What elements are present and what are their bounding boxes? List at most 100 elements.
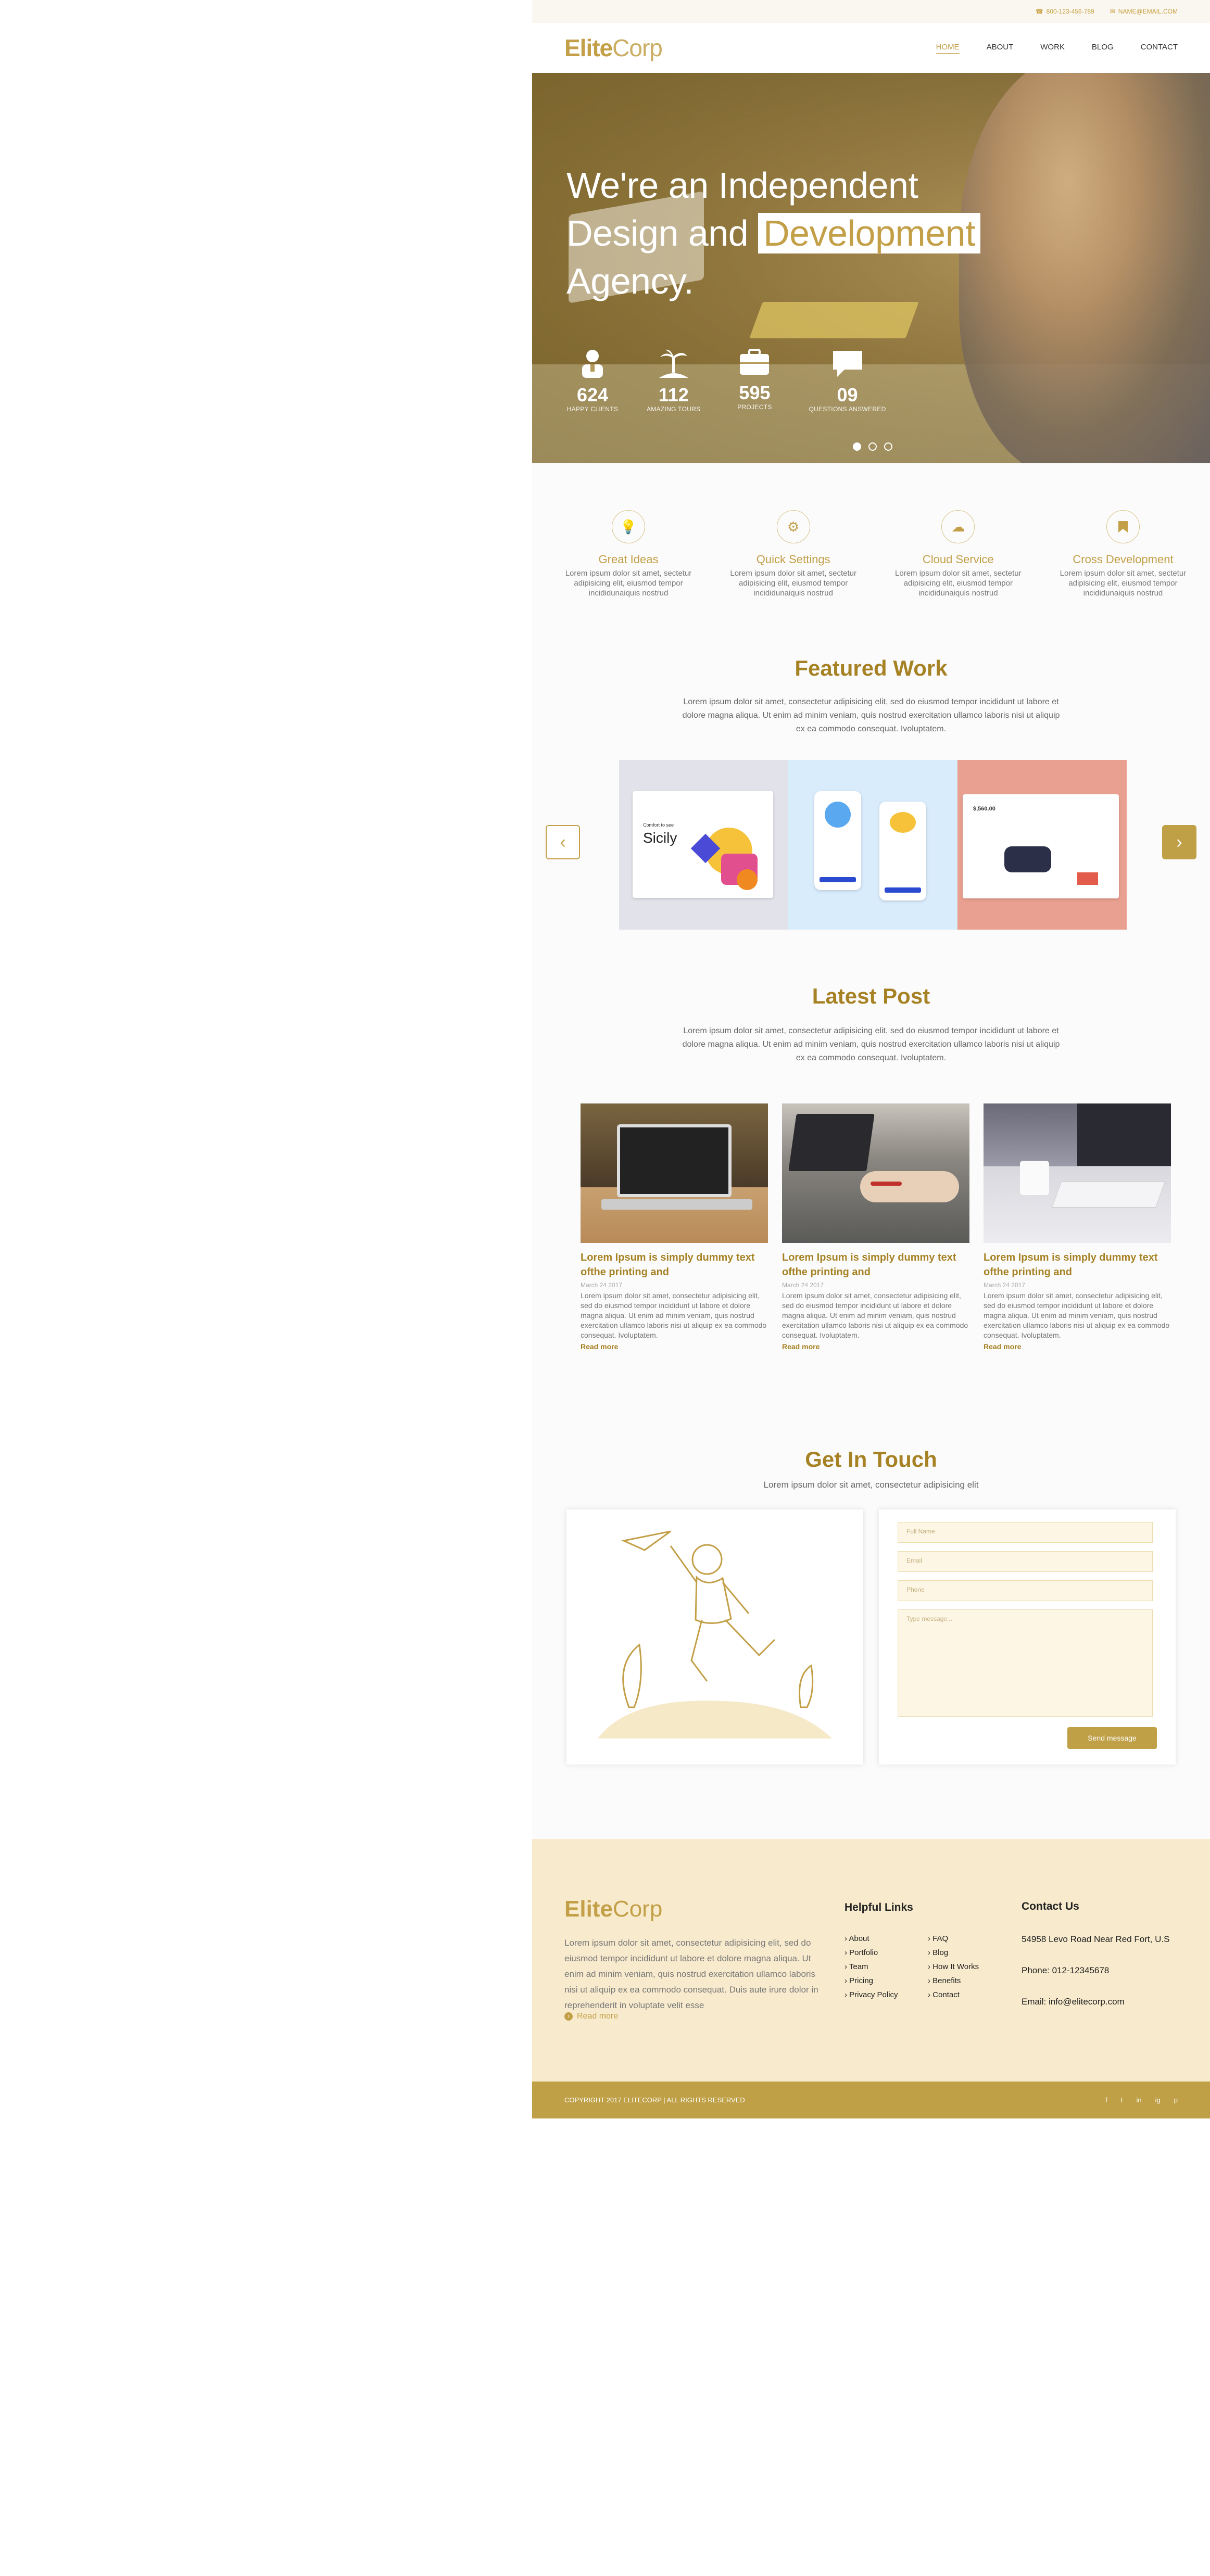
slider-dot[interactable]	[853, 442, 861, 451]
feature-text: Lorem ipsum dolor sit amet, sectetur adi…	[730, 569, 856, 598]
post-image-monitor	[1077, 1103, 1171, 1166]
footer-about: Lorem ipsum dolor sit amet, consectetur …	[564, 1938, 818, 2010]
phone-info[interactable]: ☎ 800-123-456-789	[1036, 8, 1094, 15]
footer-phone[interactable]: Phone: 012-12345678	[1022, 1965, 1109, 1976]
facebook-icon[interactable]: f	[1105, 2096, 1107, 2104]
post-image-laptop	[617, 1124, 732, 1197]
stat-number: 624	[576, 384, 609, 405]
work-item[interactable]	[788, 760, 957, 930]
stat-number: 09	[837, 384, 858, 405]
footer-link[interactable]: › Team	[845, 1962, 928, 1971]
footer: EliteCorp Lorem ipsum dolor sit amet, co…	[532, 1839, 1210, 2084]
footer-logo-light: Corp	[612, 1896, 663, 1922]
instagram-icon[interactable]: ig	[1155, 2096, 1161, 2104]
message-textarea[interactable]: Type message...	[898, 1609, 1153, 1717]
footer-email[interactable]: Email: info@elitecorp.com	[1022, 1997, 1125, 2007]
email-info[interactable]: ✉ NAME@EMAIL.COM	[1110, 8, 1178, 15]
post-title[interactable]: Lorem Ipsum is simply dummy text ofthe p…	[782, 1250, 969, 1279]
hero-banner: We're an Independent Design and Developm…	[532, 73, 1210, 463]
send-message-button[interactable]: Send message	[1067, 1727, 1157, 1749]
footer-link[interactable]: › How It Works	[928, 1962, 1001, 1971]
nav-contact[interactable]: CONTACT	[1141, 43, 1178, 54]
hero-highlight: Development	[758, 213, 981, 253]
feature-cross-development: Cross Development Lorem ipsum dolor sit …	[1048, 510, 1199, 598]
prev-arrow-button[interactable]: ‹	[546, 825, 580, 859]
nav-blog[interactable]: BLOG	[1092, 43, 1114, 54]
stat-number: 112	[658, 384, 689, 405]
post-title[interactable]: Lorem Ipsum is simply dummy text ofthe p…	[581, 1250, 768, 1279]
footer-link[interactable]: › Privacy Policy	[845, 1990, 928, 1999]
footer-link-label: Blog	[932, 1948, 949, 1957]
top-bar: ☎ 800-123-456-789 ✉ NAME@EMAIL.COM	[532, 0, 1210, 23]
nav-work[interactable]: WORK	[1040, 43, 1065, 54]
post-body: Lorem ipsum dolor sit amet, consectetur …	[782, 1291, 968, 1339]
footer-link[interactable]: › FAQ	[928, 1934, 1001, 1943]
read-more-link[interactable]: Read more	[984, 1342, 1171, 1351]
full-name-input[interactable]: Full Name	[898, 1522, 1153, 1543]
lightbulb-icon: 💡	[612, 510, 645, 543]
footer-link-label: Contact	[932, 1990, 960, 1999]
work-mockup-card: $,560.00	[963, 794, 1119, 898]
footer-link[interactable]: › Contact	[928, 1990, 1001, 1999]
page: ☎ 800-123-456-789 ✉ NAME@EMAIL.COM Elite…	[532, 0, 1210, 2118]
work-item[interactable]: $,560.00	[957, 760, 1127, 930]
contact-form: Full Name Email Phone Type message... Se…	[879, 1509, 1176, 1765]
post-date: March 24 2017	[581, 1281, 623, 1289]
post-image[interactable]	[782, 1103, 969, 1243]
contact-title: Get In Touch	[805, 1447, 937, 1471]
pinterest-icon[interactable]: p	[1174, 2096, 1178, 2104]
feature-cloud-service: ☁ Cloud Service Lorem ipsum dolor sit am…	[883, 510, 1033, 598]
stat-number: 595	[739, 382, 771, 403]
linkedin-icon[interactable]: in	[1137, 2096, 1142, 2104]
logo[interactable]: EliteCorp	[564, 34, 663, 62]
post-image-laptop	[788, 1114, 875, 1171]
footer-logo[interactable]: EliteCorp	[564, 1896, 662, 1922]
work-illustration	[820, 877, 856, 882]
twitter-icon[interactable]: t	[1121, 2096, 1123, 2104]
footer-link-label: Pricing	[849, 1976, 874, 1985]
post-title[interactable]: Lorem Ipsum is simply dummy text ofthe p…	[984, 1250, 1171, 1279]
slider-dots	[853, 442, 892, 451]
slider-dot[interactable]	[868, 442, 877, 451]
nav-home[interactable]: HOME	[936, 43, 960, 54]
post-card: Lorem Ipsum is simply dummy text ofthe p…	[581, 1103, 768, 1351]
email-input[interactable]: Email	[898, 1551, 1153, 1572]
feature-great-ideas: 💡 Great Ideas Lorem ipsum dolor sit amet…	[553, 510, 704, 598]
hero-line2a: Design and	[566, 213, 749, 253]
contact-illustration	[566, 1509, 863, 1765]
post-image[interactable]	[581, 1103, 768, 1243]
gears-icon: ⚙	[776, 510, 810, 543]
phone-input[interactable]: Phone	[898, 1580, 1153, 1601]
nav-about[interactable]: ABOUT	[987, 43, 1014, 54]
hero-bg-book	[749, 302, 919, 338]
email-text: NAME@EMAIL.COM	[1118, 8, 1178, 15]
post-image-keyboard	[1051, 1182, 1166, 1208]
footer-link-label: Portfolio	[849, 1948, 878, 1957]
work-item[interactable]: Comfort to see Sicily	[619, 760, 788, 930]
latest-post-title: Latest Post	[812, 984, 930, 1008]
footer-link[interactable]: › About	[845, 1934, 928, 1943]
stat-projects: 595 PROJECTS	[728, 349, 780, 413]
footer-link[interactable]: › Blog	[928, 1948, 1001, 1957]
footer-link[interactable]: › Pricing	[845, 1976, 928, 1985]
work-mockup-phone	[879, 802, 926, 900]
chevron-right-icon: ›	[1176, 832, 1182, 852]
footer-link-label: How It Works	[932, 1962, 979, 1971]
next-arrow-button[interactable]: ›	[1162, 825, 1196, 859]
read-more-link[interactable]: Read more	[581, 1342, 768, 1351]
feature-title: Great Ideas	[598, 553, 659, 566]
footer-link-label: FAQ	[932, 1934, 949, 1943]
hero-heading: We're an Independent Design and Developm…	[566, 161, 981, 305]
post-image[interactable]	[984, 1103, 1171, 1243]
post-image-laptop	[601, 1199, 752, 1210]
footer-link[interactable]: › Benefits	[928, 1976, 1001, 1985]
logo-bold: Elite	[564, 34, 613, 61]
footer-read-more[interactable]: › Read more	[564, 2012, 618, 2021]
helpful-links-title: Helpful Links	[845, 1901, 913, 1913]
paper-plane-boy-illustration	[598, 1530, 832, 1739]
briefcase-icon	[739, 349, 770, 383]
work-mockup-card: Comfort to see Sicily	[633, 791, 773, 898]
footer-link[interactable]: › Portfolio	[845, 1948, 928, 1957]
slider-dot[interactable]	[884, 442, 892, 451]
read-more-link[interactable]: Read more	[782, 1342, 969, 1351]
